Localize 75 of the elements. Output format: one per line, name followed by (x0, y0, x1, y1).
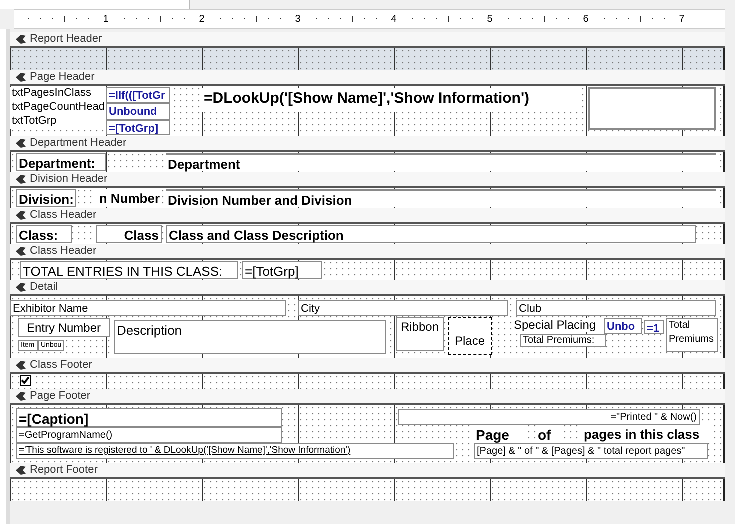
field-label[interactable]: Total Premiums: (520, 334, 606, 347)
section-marker-icon (16, 138, 26, 148)
section-title: Report Header (30, 32, 102, 47)
ruler-number: 7 (678, 12, 686, 26)
ruler-number: 2 (198, 12, 206, 26)
text-box[interactable]: =[TotGrp] (242, 261, 322, 279)
field-label[interactable]: Department: (16, 153, 106, 171)
section-title: Class Header (30, 208, 97, 223)
text-box[interactable]: Division Number and Division (166, 189, 716, 207)
section-marker-icon (16, 282, 26, 292)
text-box[interactable]: =[Caption] (16, 408, 282, 427)
section-title: Detail (30, 280, 58, 295)
field-label[interactable]: Class: (16, 225, 72, 243)
field-label[interactable]: Special Placing (512, 318, 602, 332)
expression-box[interactable]: =1 (644, 320, 664, 334)
ruler-number: 1 (102, 12, 110, 26)
text-box[interactable]: Club (516, 300, 716, 316)
section-title: Division Header (30, 172, 108, 187)
field-label[interactable]: txtTotGrp (10, 115, 106, 129)
section-bar[interactable]: Detail (10, 280, 725, 296)
section-bar[interactable]: Division Header (10, 172, 725, 188)
field-label[interactable]: txtPagesInClass (10, 87, 106, 101)
text-box[interactable]: Exhibitor Name (10, 300, 286, 316)
checkbox[interactable] (20, 375, 31, 386)
text-box[interactable]: ='This software is registered to ' & DLookUp('[Show Name]','Show Information') (16, 443, 454, 459)
section-title: Class Footer (30, 358, 92, 373)
section-marker-icon (16, 72, 26, 82)
field-label[interactable]: Division: (16, 189, 76, 207)
field-label[interactable]: pages in this class (582, 425, 712, 443)
expression-box[interactable]: Unbound (106, 103, 170, 120)
section-bar[interactable]: Class Header (10, 244, 725, 260)
text-box[interactable]: =GetProgramName() (16, 427, 282, 443)
section-marker-icon (16, 466, 26, 474)
ruler-number: 5 (486, 12, 494, 26)
text-box[interactable]: n Number (94, 189, 162, 207)
expression-box[interactable]: Unbo (604, 318, 642, 334)
section-title: Class Header (30, 244, 97, 259)
text-box[interactable]: Class (96, 225, 162, 243)
section-title: Page Header (30, 70, 95, 85)
section-title: Report Footer (30, 462, 98, 478)
text-box[interactable]: [Page] & " of " & [Pages] & " total report pages" (474, 443, 708, 459)
field-label[interactable]: TOTAL ENTRIES IN THIS CLASS: (20, 261, 238, 279)
section-bar[interactable]: Report Footer (10, 463, 725, 479)
section-bar[interactable]: Class Footer (10, 358, 725, 374)
field-label[interactable]: Page (474, 425, 524, 443)
section-marker-icon (16, 174, 26, 184)
text-box[interactable]: Total Premiums (666, 318, 718, 352)
ruler-number: 3 (294, 12, 302, 26)
section-title: Page Footer (30, 388, 91, 404)
text-box[interactable]: Department (166, 153, 716, 171)
section-bar[interactable]: Class Header (10, 208, 725, 224)
section-title: Department Header (30, 136, 127, 151)
text-box[interactable]: Class and Class Description (166, 225, 696, 243)
field-label[interactable]: txtPageCountHead (10, 101, 106, 115)
section-marker-icon (16, 34, 26, 44)
section-marker-icon (16, 360, 26, 370)
text-box[interactable]: ="Printed " & Now() (398, 409, 700, 425)
section-bar[interactable]: Report Header (10, 32, 725, 48)
section-marker-icon (16, 210, 26, 220)
empty-frame[interactable] (588, 87, 716, 130)
section-bar[interactable]: Page Footer (10, 389, 725, 405)
expression-box[interactable]: =IIf(([TotGr (106, 87, 170, 103)
section-bar[interactable]: Department Header (10, 136, 725, 152)
ruler-number: 4 (390, 12, 398, 26)
field-label[interactable]: Entry Number (18, 318, 110, 337)
ruler-number: 6 (582, 12, 590, 26)
field-label[interactable]: Ribbon (396, 317, 444, 351)
section-marker-icon (16, 246, 26, 256)
text-box[interactable]: Description (114, 320, 386, 354)
section-marker-icon (16, 392, 26, 400)
text-box[interactable]: City (298, 300, 508, 316)
section-bar[interactable]: Page Header (10, 70, 725, 86)
field-label[interactable]: of (536, 425, 560, 443)
expression-box[interactable]: =[TotGrp] (106, 120, 170, 135)
field-label[interactable]: Place (448, 317, 492, 355)
